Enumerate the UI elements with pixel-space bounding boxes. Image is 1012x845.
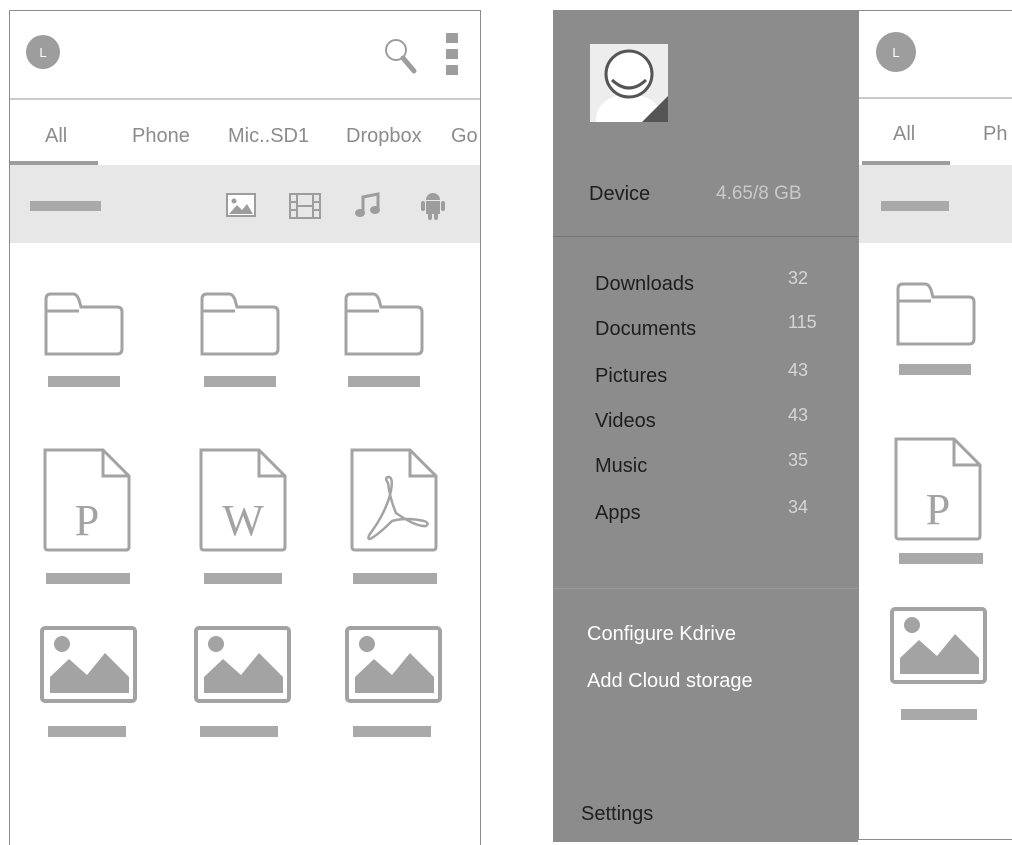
tab-microsd[interactable]: Mic..SD1 xyxy=(228,125,309,148)
storage-tabs: All Phone Mic..SD1 Dropbox Go xyxy=(10,100,480,166)
tab-phone[interactable]: Phone xyxy=(132,125,190,148)
device-storage-usage: 4.65/8 GB xyxy=(716,183,802,204)
file-name-placeholder xyxy=(353,573,437,584)
file-name-placeholder xyxy=(901,709,977,720)
image-file-icon[interactable] xyxy=(889,606,989,686)
folder-count: 43 xyxy=(788,360,809,380)
folder-count: 32 xyxy=(788,268,809,288)
image-file-icon[interactable] xyxy=(344,625,444,705)
tab-google-drive[interactable]: Go xyxy=(451,125,478,148)
word-file-icon[interactable]: W xyxy=(197,447,289,553)
filter-bar xyxy=(10,165,480,243)
image-file-icon[interactable] xyxy=(193,625,293,705)
folder-icon[interactable] xyxy=(199,291,281,359)
folder-label: Downloads xyxy=(595,273,694,295)
add-cloud-storage-link[interactable]: Add Cloud storage xyxy=(587,670,753,693)
drawer-divider xyxy=(553,588,858,589)
configure-kdrive-link[interactable]: Configure Kdrive xyxy=(587,623,736,646)
filter-title-placeholder xyxy=(30,201,101,211)
file-name-placeholder xyxy=(899,553,983,564)
image-icon[interactable] xyxy=(226,193,256,217)
folder-count: 43 xyxy=(788,405,809,425)
svg-text:W: W xyxy=(222,496,264,545)
file-name-placeholder xyxy=(48,726,126,737)
profile-picture[interactable] xyxy=(590,44,668,122)
svg-text:P: P xyxy=(75,496,99,545)
folder-label: Documents xyxy=(595,318,697,340)
tab-all[interactable]: All xyxy=(893,123,915,146)
folder-count: 35 xyxy=(788,450,809,470)
tab-phone[interactable]: Ph xyxy=(983,123,1007,146)
file-name-placeholder xyxy=(899,364,971,375)
android-icon[interactable] xyxy=(420,190,446,222)
powerpoint-file-icon[interactable]: P xyxy=(892,436,984,542)
account-avatar[interactable]: L xyxy=(26,35,60,69)
folder-item-pictures[interactable]: Pictures 43 xyxy=(553,360,858,396)
folder-count: 34 xyxy=(788,497,809,517)
overflow-menu-icon[interactable] xyxy=(446,33,460,77)
folder-icon[interactable] xyxy=(43,291,125,359)
tab-all[interactable]: All xyxy=(45,125,67,148)
folder-item-videos[interactable]: Videos 43 xyxy=(553,405,858,441)
file-name-placeholder xyxy=(353,726,431,737)
folder-label: Videos xyxy=(595,410,656,432)
folder-list: Downloads 32 Documents 115 Pictures 43 V… xyxy=(553,268,858,538)
top-app-bar: L xyxy=(10,11,480,100)
filter-title-placeholder xyxy=(881,201,949,211)
storage-tabs: All Ph xyxy=(859,99,1012,165)
drawer-divider xyxy=(553,236,858,237)
account-avatar[interactable]: L xyxy=(876,32,916,72)
folder-item-apps[interactable]: Apps 34 xyxy=(553,497,858,533)
file-browser-screen-behind-drawer: L All Ph P xyxy=(858,10,1012,840)
folder-icon[interactable] xyxy=(343,291,425,359)
device-label[interactable]: Device xyxy=(589,183,650,206)
navigation-drawer: Device 4.65/8 GB Downloads 32 Documents … xyxy=(553,10,858,842)
file-name-placeholder xyxy=(348,376,420,387)
search-icon[interactable] xyxy=(383,36,417,76)
folder-item-music[interactable]: Music 35 xyxy=(553,450,858,486)
filter-bar xyxy=(859,165,1012,243)
tab-dropbox[interactable]: Dropbox xyxy=(346,125,422,148)
top-app-bar: L xyxy=(859,11,1012,99)
file-name-placeholder xyxy=(204,376,276,387)
user-avatar-icon xyxy=(590,44,668,122)
svg-text:P: P xyxy=(926,485,950,534)
folder-label: Pictures xyxy=(595,365,668,387)
file-name-placeholder xyxy=(200,726,278,737)
film-icon[interactable] xyxy=(289,193,321,219)
file-browser-screen: L All Phone Mic..SD1 Dropbox Go P W xyxy=(9,10,481,845)
file-name-placeholder xyxy=(48,376,120,387)
file-name-placeholder xyxy=(46,573,130,584)
folder-item-downloads[interactable]: Downloads 32 xyxy=(553,268,858,304)
music-note-icon[interactable] xyxy=(355,192,381,220)
folder-icon[interactable] xyxy=(895,281,977,349)
powerpoint-file-icon[interactable]: P xyxy=(41,447,133,553)
avatar-letter: L xyxy=(892,44,900,60)
folder-item-documents[interactable]: Documents 115 xyxy=(553,312,858,348)
settings-link[interactable]: Settings xyxy=(581,803,653,826)
folder-label: Music xyxy=(595,455,648,477)
folder-label: Apps xyxy=(595,502,641,524)
file-name-placeholder xyxy=(204,573,282,584)
image-file-icon[interactable] xyxy=(39,625,139,705)
avatar-letter: L xyxy=(39,44,47,60)
pdf-file-icon[interactable] xyxy=(348,447,440,553)
folder-count: 115 xyxy=(788,312,817,332)
file-grid: P W xyxy=(10,243,480,843)
